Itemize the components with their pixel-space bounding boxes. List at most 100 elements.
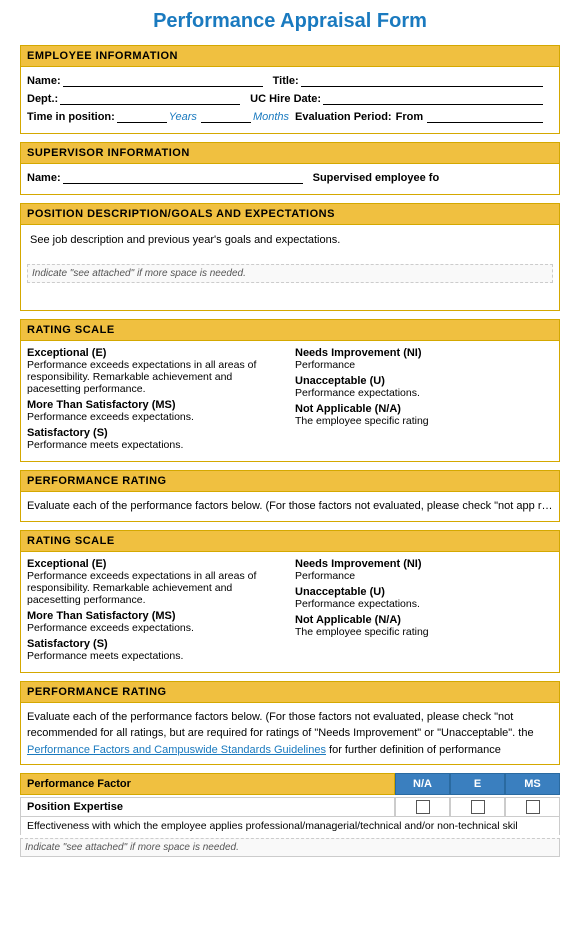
rating-scale-2-body: Exceptional (E) Performance exceeds expe… <box>20 552 560 673</box>
employee-info-header: EMPLOYEE INFORMATION <box>20 45 560 67</box>
supervisor-name-label: Name: <box>27 172 61 184</box>
name-field[interactable] <box>63 73 263 87</box>
rating-exceptional-1-desc: Performance exceeds expectations in all … <box>27 359 285 395</box>
dept-label: Dept.: <box>27 93 58 105</box>
position-desc-section: POSITION DESCRIPTION/GOALS AND EXPECTATI… <box>20 203 560 311</box>
position-desc-text: See job description and previous year's … <box>27 231 553 261</box>
rating-scale-1-grid: Exceptional (E) Performance exceeds expe… <box>27 347 553 455</box>
perf-rating-2-text: Evaluate each of the performance factors… <box>27 711 534 740</box>
rating-scale-1-right: Needs Improvement (NI) Performance Unacc… <box>295 347 553 455</box>
rating-s-2: Satisfactory (S) Performance meets expec… <box>27 638 285 662</box>
perf-rating-2-body: Evaluate each of the performance factors… <box>20 703 560 766</box>
rating-exceptional-2-term: Exceptional (E) <box>27 558 106 570</box>
performance-table-section: Performance Factor N/A E MS Position Exp… <box>20 773 560 857</box>
rating-s-2-term: Satisfactory (S) <box>27 638 108 650</box>
perf-rating-1-body: Evaluate each of the performance factors… <box>20 492 560 522</box>
rating-na-1-desc: The employee specific rating <box>295 415 553 427</box>
page-title: Performance Appraisal Form <box>20 10 560 33</box>
rating-scale-2-right: Needs Improvement (NI) Performance Unacc… <box>295 558 553 666</box>
years-label: Years <box>169 111 197 123</box>
months-label: Months <box>253 111 289 123</box>
perf-rating-2-link[interactable]: Performance Factors and Campuswide Stand… <box>27 744 326 756</box>
perf-rating-1-header: PERFORMANCE RATING <box>20 470 560 492</box>
rating-s-2-desc: Performance meets expectations. <box>27 650 285 662</box>
title-field[interactable] <box>301 73 543 87</box>
rating-u-1-term: Unacceptable (U) <box>295 375 385 387</box>
rating-exceptional-2: Exceptional (E) Performance exceeds expe… <box>27 558 285 606</box>
rating-ms-2-term: More Than Satisfactory (MS) <box>27 610 176 622</box>
perf-rating-1-section: PERFORMANCE RATING Evaluate each of the … <box>20 470 560 522</box>
rating-ni-2-term: Needs Improvement (NI) <box>295 558 422 570</box>
position-expertise-e-checkbox[interactable] <box>450 797 505 817</box>
rating-s-1-desc: Performance meets expectations. <box>27 439 285 451</box>
name-title-row: Name: Title: <box>27 73 553 87</box>
position-expertise-na-checkbox[interactable] <box>395 797 450 817</box>
uc-hire-label: UC Hire Date: <box>250 93 321 105</box>
ms-checkbox-box[interactable] <box>526 800 540 814</box>
supervisor-info-section: SUPERVISOR INFORMATION Name: Supervised … <box>20 142 560 195</box>
title-label: Title: <box>273 75 299 87</box>
position-expertise-row: Position Expertise Effectiveness with wh… <box>20 797 560 857</box>
rating-u-1: Unacceptable (U) Performance expectation… <box>295 375 553 399</box>
rating-scale-1-header: RATING SCALE <box>20 319 560 341</box>
position-expertise-ms-checkbox[interactable] <box>505 797 560 817</box>
rating-u-1-desc: Performance expectations. <box>295 387 553 399</box>
uc-hire-field[interactable] <box>323 91 543 105</box>
rating-na-2-term: Not Applicable (N/A) <box>295 614 401 626</box>
col-e-header: E <box>450 773 505 795</box>
e-checkbox-box[interactable] <box>471 800 485 814</box>
rating-ni-1-term: Needs Improvement (NI) <box>295 347 422 359</box>
dept-field[interactable] <box>60 91 240 105</box>
rating-scale-1-left: Exceptional (E) Performance exceeds expe… <box>27 347 285 455</box>
rating-ms-2: More Than Satisfactory (MS) Performance … <box>27 610 285 634</box>
rating-s-1: Satisfactory (S) Performance meets expec… <box>27 427 285 451</box>
rating-exceptional-1-term: Exceptional (E) <box>27 347 106 359</box>
dept-hire-row: Dept.: UC Hire Date: <box>27 91 553 105</box>
col-ms-header: MS <box>505 773 560 795</box>
perf-rating-1-text: Evaluate each of the performance factors… <box>27 500 560 512</box>
rating-ms-1: More Than Satisfactory (MS) Performance … <box>27 399 285 423</box>
rating-ni-2-desc: Performance <box>295 570 553 582</box>
position-expertise-desc: Effectiveness with which the employee ap… <box>20 817 560 835</box>
rating-ni-1-desc: Performance <box>295 359 553 371</box>
rating-u-2-desc: Performance expectations. <box>295 598 553 610</box>
table-header-row: Performance Factor N/A E MS <box>20 773 560 795</box>
rating-ni-2: Needs Improvement (NI) Performance <box>295 558 553 582</box>
rating-scale-1-section: RATING SCALE Exceptional (E) Performance… <box>20 319 560 462</box>
name-label: Name: <box>27 75 61 87</box>
perf-rating-2-header: PERFORMANCE RATING <box>20 681 560 703</box>
rating-na-1: Not Applicable (N/A) The employee specif… <box>295 403 553 427</box>
employee-info-body: Name: Title: Dept.: UC Hire Date: Time i… <box>20 67 560 134</box>
position-expertise-placeholder: Indicate "see attached" if more space is… <box>20 838 560 857</box>
col-factor-header: Performance Factor <box>20 773 395 795</box>
rating-ni-1: Needs Improvement (NI) Performance <box>295 347 553 371</box>
perf-rating-2-text2: for further definition of performance <box>326 744 501 756</box>
rating-exceptional-2-desc: Performance exceeds expectations in all … <box>27 570 285 606</box>
rating-scale-1-body: Exceptional (E) Performance exceeds expe… <box>20 341 560 462</box>
perf-rating-2-section: PERFORMANCE RATING Evaluate each of the … <box>20 681 560 766</box>
supervisor-name-field[interactable] <box>63 170 303 184</box>
time-eval-row: Time in position: Years Months Evaluatio… <box>27 109 553 123</box>
employee-info-section: EMPLOYEE INFORMATION Name: Title: Dept.:… <box>20 45 560 134</box>
from-label: From <box>396 111 424 123</box>
supervisor-name-row: Name: Supervised employee fo <box>27 170 553 184</box>
months-field[interactable] <box>201 109 251 123</box>
position-desc-header: POSITION DESCRIPTION/GOALS AND EXPECTATI… <box>20 203 560 225</box>
eval-from-field[interactable] <box>427 109 543 123</box>
rating-scale-2-left: Exceptional (E) Performance exceeds expe… <box>27 558 285 666</box>
na-checkbox-box[interactable] <box>416 800 430 814</box>
rating-na-2: Not Applicable (N/A) The employee specif… <box>295 614 553 638</box>
position-desc-body: See job description and previous year's … <box>20 225 560 311</box>
time-label: Time in position: <box>27 111 115 123</box>
rating-ms-2-desc: Performance exceeds expectations. <box>27 622 285 634</box>
rating-scale-2-section: RATING SCALE Exceptional (E) Performance… <box>20 530 560 673</box>
col-na-header: N/A <box>395 773 450 795</box>
position-expertise-factor-row: Position Expertise <box>20 797 560 817</box>
position-desc-placeholder: Indicate "see attached" if more space is… <box>27 264 553 283</box>
supervisor-info-body: Name: Supervised employee fo <box>20 164 560 195</box>
rating-ms-1-term: More Than Satisfactory (MS) <box>27 399 176 411</box>
rating-scale-2-header: RATING SCALE <box>20 530 560 552</box>
rating-scale-2-grid: Exceptional (E) Performance exceeds expe… <box>27 558 553 666</box>
years-field[interactable] <box>117 109 167 123</box>
eval-period-label: Evaluation Period: <box>295 111 392 123</box>
